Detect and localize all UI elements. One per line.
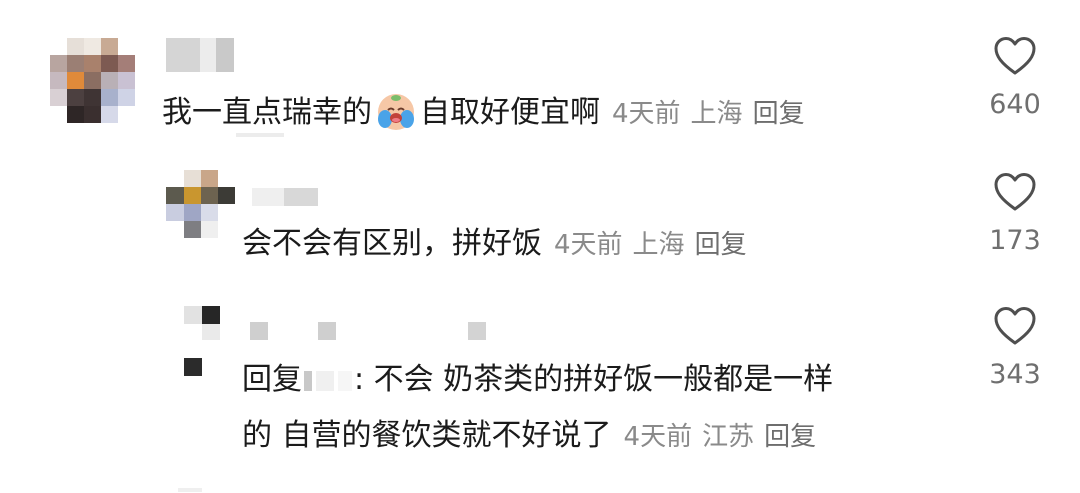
comment-time: 4天前 — [623, 422, 693, 452]
like-button[interactable]: 173 — [975, 172, 1055, 256]
comment-location: 上海 — [632, 230, 685, 260]
heart-outline-icon — [994, 37, 1036, 75]
username[interactable] — [166, 38, 236, 72]
username[interactable] — [252, 188, 322, 206]
comment-meta: 4天前 上海 回复 — [612, 99, 815, 129]
comment-text-line2: 的 自营的餐饮类就不好说了 4天前 江苏 回复 — [242, 416, 826, 457]
reply-button[interactable]: 回复 — [695, 230, 747, 260]
comment-body-continued: 的 自营的餐饮类就不好说了 — [242, 418, 612, 453]
heart-outline-icon — [994, 307, 1036, 345]
divider — [236, 133, 284, 137]
like-button[interactable]: 343 — [975, 306, 1055, 390]
like-count: 173 — [989, 225, 1041, 256]
comment-location: 江苏 — [702, 422, 755, 452]
like-count: 640 — [989, 89, 1041, 120]
divider — [178, 488, 202, 492]
comment-meta: 4天前 上海 回复 — [554, 230, 757, 260]
censored-mention — [338, 371, 352, 391]
comment-body-continued: 自取好便宜啊 — [420, 95, 600, 130]
like-count: 343 — [989, 359, 1041, 390]
comment-body: 我一直点瑞幸的 — [162, 95, 372, 130]
comment-text: 我一直点瑞幸的 自取好便宜啊 4天前 上海 回复 — [162, 88, 815, 134]
comment-body: 会不会有区别，拼好饭 — [242, 226, 542, 261]
comment-time: 4天前 — [554, 230, 623, 260]
reply-prefix: 回复 — [242, 362, 302, 397]
avatar[interactable] — [184, 306, 224, 378]
username[interactable] — [250, 322, 490, 340]
avatar[interactable] — [166, 170, 236, 242]
comment-meta: 4天前 江苏 回复 — [624, 422, 827, 452]
censored-mention — [304, 371, 312, 391]
comment-text: 回复 : 不会 奶茶类的拼好饭一般都是一样 — [242, 360, 833, 400]
comment-time: 4天前 — [612, 99, 681, 129]
reply-button[interactable]: 回复 — [764, 422, 816, 452]
like-button[interactable]: 640 — [975, 36, 1055, 120]
reply-button[interactable]: 回复 — [753, 99, 805, 129]
comment-text: 会不会有区别，拼好饭 4天前 上海 回复 — [242, 224, 757, 265]
comment-body: : 不会 奶茶类的拼好饭一般都是一样 — [354, 362, 834, 397]
avatar[interactable] — [50, 38, 136, 124]
heart-outline-icon — [994, 173, 1036, 211]
crying-face-emoji-icon — [378, 94, 414, 130]
censored-mention — [316, 371, 334, 391]
comment-location: 上海 — [690, 99, 743, 129]
